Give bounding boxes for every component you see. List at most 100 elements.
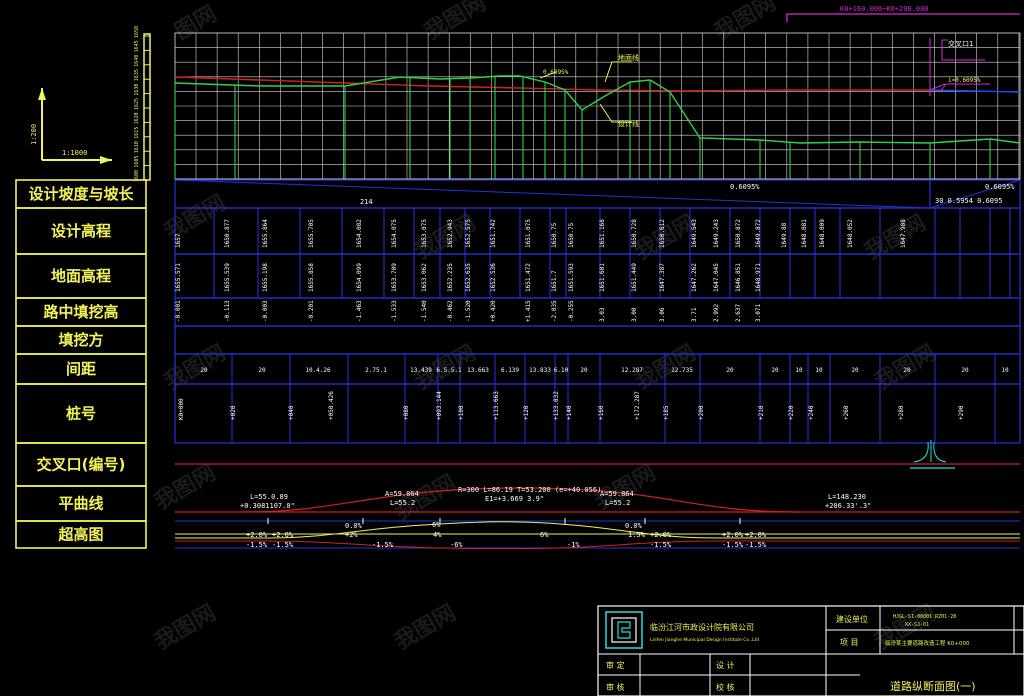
row2-right: 校 核	[716, 682, 735, 692]
row-label: 平曲线	[58, 495, 103, 513]
design-elevation-cell: 1650.728	[631, 219, 638, 248]
curve-a1-l: L=55.2	[390, 499, 415, 507]
cut-fill-cell: 3.06	[659, 307, 666, 322]
design-elevation-cell: 1648.081	[801, 219, 808, 248]
ground-elevation-cell: 1652.235	[447, 263, 454, 292]
station-cell: +210	[758, 405, 765, 420]
ground-elevation-cell: 1646.851	[735, 263, 742, 292]
svg-text:我图网: 我图网	[151, 461, 221, 516]
spacing-cell: 20	[726, 367, 734, 374]
spacing-cell: 10	[1001, 367, 1009, 374]
design-elevation-cell: 1651.742	[490, 219, 497, 248]
spacing-cell: 6.10	[554, 367, 569, 374]
item-label: 项 目	[840, 638, 859, 647]
spacing-cell: 20	[961, 367, 969, 374]
cut-fill-cell: -1.533	[391, 300, 398, 322]
svg-text:-1.5%: -1.5%	[246, 541, 268, 549]
ground-elevation-cell: 1647.262	[691, 263, 698, 292]
horizontal-scale-label: 1:1000	[62, 149, 87, 157]
design-elevation-cell: 1654.075	[391, 219, 398, 248]
elevation-tick-label: 1650	[134, 26, 140, 38]
design-elevation-cell: 1650.612	[659, 219, 666, 248]
grade-row: 214 0.6095% 0.6095% 30 0.5954 0.6095	[174, 179, 1021, 209]
grade-length: 214	[360, 198, 373, 206]
design-line-label: 设计线	[618, 119, 639, 128]
svg-text:4%: 4%	[433, 531, 442, 539]
station-cell: +240	[808, 405, 815, 420]
design-elevation-cell: 1655.705	[308, 219, 315, 248]
ground-elevation-cell: 1654.099	[356, 263, 363, 292]
station-cell: +113.663	[493, 391, 500, 420]
cut-fill-cell: +0.420	[490, 300, 497, 322]
elevation-tick-label: 1630	[134, 84, 140, 96]
intersection-label: 交叉口1	[948, 39, 973, 48]
cut-fill-cell: -0.201	[308, 300, 315, 322]
design-elevation-cell: 1649.543	[691, 219, 698, 248]
svg-text:0.0%: 0.0%	[625, 522, 643, 530]
svg-text:我图网: 我图网	[861, 211, 931, 266]
cut-fill-cell: -0.113	[224, 300, 231, 322]
spacing-cell: 10.4.26	[305, 367, 331, 374]
cut-fill-cell: 2.637	[735, 304, 742, 322]
cut-fill-cell: 2.992	[713, 304, 720, 322]
ground-elevation-cell: 1655.539	[224, 263, 231, 292]
station-cell: +133.832	[553, 391, 560, 420]
station-cell: +185	[663, 405, 670, 420]
ground-elevation-cell: 1655.571	[175, 263, 182, 292]
svg-text:我图网: 我图网	[151, 601, 221, 656]
grade-right-text: 30 0.5954 0.6095	[935, 197, 1002, 205]
curve-a2-l: L=55.2	[605, 499, 630, 507]
station-cell: K0+000	[178, 398, 185, 420]
cut-fill-cell: -1.520	[465, 300, 472, 322]
design-elevation-cell: 1654.082	[356, 219, 363, 248]
ground-elevation-cell: 1647.387	[659, 263, 666, 292]
grade-value: 0.6095%	[730, 183, 760, 191]
spacing-cell: 20	[851, 367, 859, 374]
design-elevation-cell: 1652.575	[465, 219, 472, 248]
grade-value-right: 0.6095%	[985, 183, 1015, 191]
curve-r-2: E1=+3.669 3.9"	[485, 495, 544, 503]
ground-elevation-cell: 1652.635	[465, 263, 472, 292]
ground-elevation-cell: 1651.601	[599, 263, 606, 292]
row-label: 间距	[66, 360, 96, 378]
ground-elevation-cell: 1653.062	[421, 263, 428, 292]
svg-text:我图网: 我图网	[161, 341, 231, 396]
curve-a1: A=59.864	[385, 490, 419, 498]
ground-elevation-cell: 1651.449	[631, 263, 638, 292]
elevation-tick-label: 1620	[134, 112, 140, 124]
cut-fill-cell: 3.03	[599, 307, 606, 322]
svg-text:-1.5%: -1.5%	[650, 541, 672, 549]
design-elevation-cell: 1649.872	[755, 219, 762, 248]
station-cell: +140	[566, 405, 573, 420]
spacing-cell: 20	[903, 367, 911, 374]
cut-fill-cell: 3.071	[755, 304, 762, 322]
row-label: 路中填挖高	[43, 303, 118, 321]
svg-text:我图网: 我图网	[421, 0, 491, 45]
elevation-tick-label: 1645	[134, 40, 140, 52]
station-cell: +020	[230, 405, 237, 420]
design-elevation-cell: 1650.75	[568, 222, 575, 248]
svg-text:6%: 6%	[540, 531, 549, 539]
row-label: 设计坡度与坡长	[28, 185, 134, 203]
elevation-tick-label: 1605	[134, 156, 140, 168]
cut-fill-cell: -0.001	[175, 300, 182, 322]
station-cell: +280	[898, 405, 905, 420]
grade-note: 0.6095%	[543, 69, 569, 76]
top-bar-text: K0+160.000~K0+290.000	[840, 5, 929, 13]
design-elevation-cell: 1653.075	[421, 219, 428, 248]
station-cell: +200	[698, 405, 705, 420]
curve-left-2: +0.3081107.0"	[240, 502, 295, 510]
ground-elevation-cell: 1655.858	[308, 263, 315, 292]
cut-fill-cell: 3.71	[691, 307, 698, 322]
title-block: 临汾江河市政设计院有限公司 Linfen Jianghe Municipal D…	[597, 605, 1024, 696]
cut-fill-cell: +1.415	[525, 300, 532, 322]
svg-text:-1.5%: -1.5%	[745, 541, 767, 549]
ground-elevation-cell: 1651.7	[551, 270, 558, 292]
row-label: 交叉口(编号)	[37, 456, 126, 474]
sheet-title: 道路纵断面图(一)	[890, 679, 976, 693]
svg-text:我图网: 我图网	[711, 0, 781, 45]
svg-text:+2%: +2%	[345, 531, 358, 539]
design-elevation-cell: 1650.872	[735, 219, 742, 248]
design-elevation-cell: 1649.243	[713, 219, 720, 248]
station-cell: +093.144	[436, 391, 443, 420]
